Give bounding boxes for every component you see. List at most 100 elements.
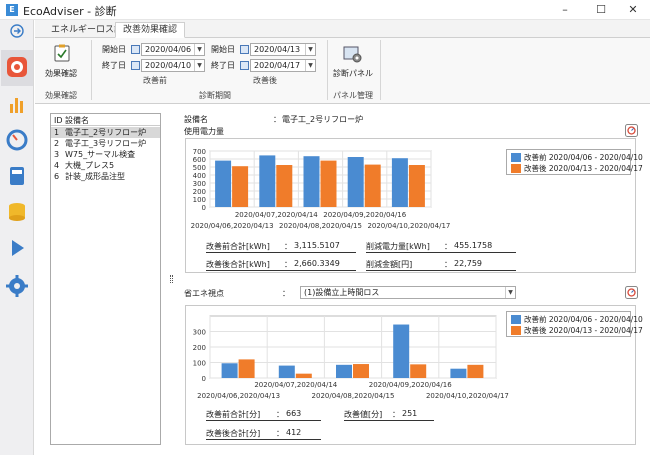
effect-group-label: 効果確認 xyxy=(45,91,77,100)
legend-after: 改善後 2020/04/13 - 2020/04/17 xyxy=(524,164,643,173)
bar xyxy=(408,165,425,207)
tab-improvement[interactable]: 改善効果確認 xyxy=(115,22,186,38)
calculator-icon[interactable] xyxy=(5,164,29,188)
chart-settings-icon[interactable] xyxy=(625,286,638,299)
before-start-combo[interactable]: 2020/04/06 ▼ xyxy=(141,43,205,56)
y-tick-label: 0 xyxy=(202,375,206,383)
y-tick-label: 0 xyxy=(202,204,206,212)
before-end-combo[interactable]: 2020/04/10 ▼ xyxy=(141,59,205,72)
bar xyxy=(215,160,232,207)
bar xyxy=(410,364,427,378)
window-title: EcoAdviser - 診断 xyxy=(23,5,117,18)
x-tick-label: 2020/04/10,2020/04/17 xyxy=(367,222,450,230)
y-tick-label: 500 xyxy=(193,164,206,172)
bar xyxy=(303,156,320,207)
legend-swatch-after xyxy=(511,164,521,173)
list-item[interactable]: 6 計装_成形品注型 xyxy=(51,171,160,182)
x-tick-label: 2020/04/06,2020/04/13 xyxy=(191,222,274,230)
before-total-value: 663 xyxy=(286,409,302,418)
y-tick-label: 300 xyxy=(193,180,206,188)
minimize-button[interactable]: – xyxy=(548,0,582,20)
viewpoint-select[interactable]: (1)設備立上時間ロス ▼ xyxy=(300,286,516,299)
after-total-value: 2,660.3349 xyxy=(294,259,340,268)
usage-label: 使用電力量 xyxy=(184,127,224,136)
nav-item-diagnosis[interactable] xyxy=(1,50,33,86)
gauge-icon[interactable] xyxy=(5,128,29,152)
amount-value: 22,759 xyxy=(454,259,482,268)
x-tick-label: 2020/04/09,2020/04/16 xyxy=(323,211,406,219)
title-bar: E EcoAdviser - 診断 – ☐ ✕ xyxy=(0,0,650,20)
chevron-down-icon[interactable]: ▼ xyxy=(194,60,204,71)
play-icon[interactable] xyxy=(5,236,29,260)
loss-chart-panel: 0 100 200 300 2020/04/06,2020/04/13 2020/04/0… xyxy=(185,305,643,445)
after-label: 改善後 xyxy=(253,76,277,85)
list-item[interactable]: 2 電子工_3号リフロー炉 xyxy=(51,138,160,149)
equipment-value: 電子工_2号リフロー炉 xyxy=(282,115,364,124)
colon: ： xyxy=(284,242,292,251)
before-total-row: 改善前合計[kWh] ： 3,115.5107 xyxy=(206,241,356,253)
bar xyxy=(276,165,293,207)
before-total-row: 改善前合計[分] ： 663 xyxy=(206,409,321,421)
close-button[interactable]: ✕ xyxy=(616,0,650,20)
y-tick-label: 400 xyxy=(193,172,206,180)
collapse-arrow-icon[interactable] xyxy=(10,24,24,38)
y-tick-label: 200 xyxy=(193,344,206,352)
legend-swatch-before xyxy=(511,315,521,324)
reduction-value: 455.1758 xyxy=(454,241,493,250)
settings-gear-icon[interactable] xyxy=(5,274,29,298)
maximize-button[interactable]: ☐ xyxy=(584,0,618,20)
after-end-combo[interactable]: 2020/04/17 ▼ xyxy=(250,59,316,72)
splitter-handle[interactable] xyxy=(170,275,173,283)
after-total-value: 412 xyxy=(286,428,302,437)
after-start-label: 開始日 xyxy=(211,45,235,54)
calendar-icon xyxy=(131,61,140,70)
bar xyxy=(221,363,238,378)
item-id: 6 xyxy=(54,172,60,181)
chevron-down-icon[interactable]: ▼ xyxy=(194,44,204,55)
bar xyxy=(295,373,312,378)
item-name: 大機_プレス5 xyxy=(65,161,115,170)
chevron-down-icon[interactable]: ▼ xyxy=(305,44,315,55)
y-tick-label: 300 xyxy=(193,329,206,337)
bar xyxy=(347,157,364,207)
after-start-combo[interactable]: 2020/04/13 ▼ xyxy=(250,43,316,56)
reduction-row: 削減電力量[kWh] ： 455.1758 xyxy=(366,241,516,253)
equipment-colon: ： xyxy=(273,115,281,124)
colon: ： xyxy=(392,410,400,419)
before-label: 改善前 xyxy=(143,76,167,85)
colon: ： xyxy=(276,429,284,438)
amount-row: 削減金額[円] ： 22,759 xyxy=(366,259,516,271)
viewpoint-colon: ： xyxy=(282,289,290,298)
before-start-label: 開始日 xyxy=(102,45,126,54)
clipboard-check-icon xyxy=(54,44,70,62)
list-item[interactable]: 4 大機_プレス5 xyxy=(51,160,160,171)
y-tick-label: 700 xyxy=(193,148,206,156)
colon: ： xyxy=(444,260,452,269)
bar-chart-icon[interactable] xyxy=(5,92,29,116)
equipment-list: ID 設備名 1 電子工_2号リフロー炉 2 電子工_3号リフロー炉 3 W75… xyxy=(50,113,161,445)
effect-check-button[interactable]: 効果確認 xyxy=(41,42,81,82)
bar xyxy=(391,158,408,207)
colon: ： xyxy=(276,410,284,419)
diagnosis-panel-button[interactable]: 診断パネル xyxy=(331,42,375,82)
before-total-value: 3,115.5107 xyxy=(294,241,340,250)
list-item[interactable]: 1 電子工_2号リフロー炉 xyxy=(51,127,160,138)
chevron-down-icon[interactable]: ▼ xyxy=(305,60,315,71)
bar xyxy=(278,365,295,378)
list-item[interactable]: 3 W75_サーマル検査 xyxy=(51,149,160,160)
app-logo-icon: E xyxy=(6,4,18,16)
after-total-row: 改善後合計[分] ： 412 xyxy=(206,428,321,440)
after-end-label: 終了日 xyxy=(211,61,235,70)
viewpoint-value: (1)設備立上時間ロス xyxy=(304,288,380,297)
item-id: 1 xyxy=(54,128,60,137)
before-total-label: 改善前合計[kWh] xyxy=(206,242,270,251)
database-icon[interactable] xyxy=(5,200,29,224)
chevron-down-icon[interactable]: ▼ xyxy=(505,287,515,298)
improve-label: 改善値[分] xyxy=(344,410,383,419)
x-tick-label: 2020/04/07,2020/04/14 xyxy=(235,211,318,219)
panel-group-label: パネル管理 xyxy=(333,91,373,100)
calendar-icon xyxy=(240,45,249,54)
after-end-value: 2020/04/17 xyxy=(254,61,301,70)
chart-settings-icon[interactable] xyxy=(625,124,638,137)
calendar-icon xyxy=(240,61,249,70)
